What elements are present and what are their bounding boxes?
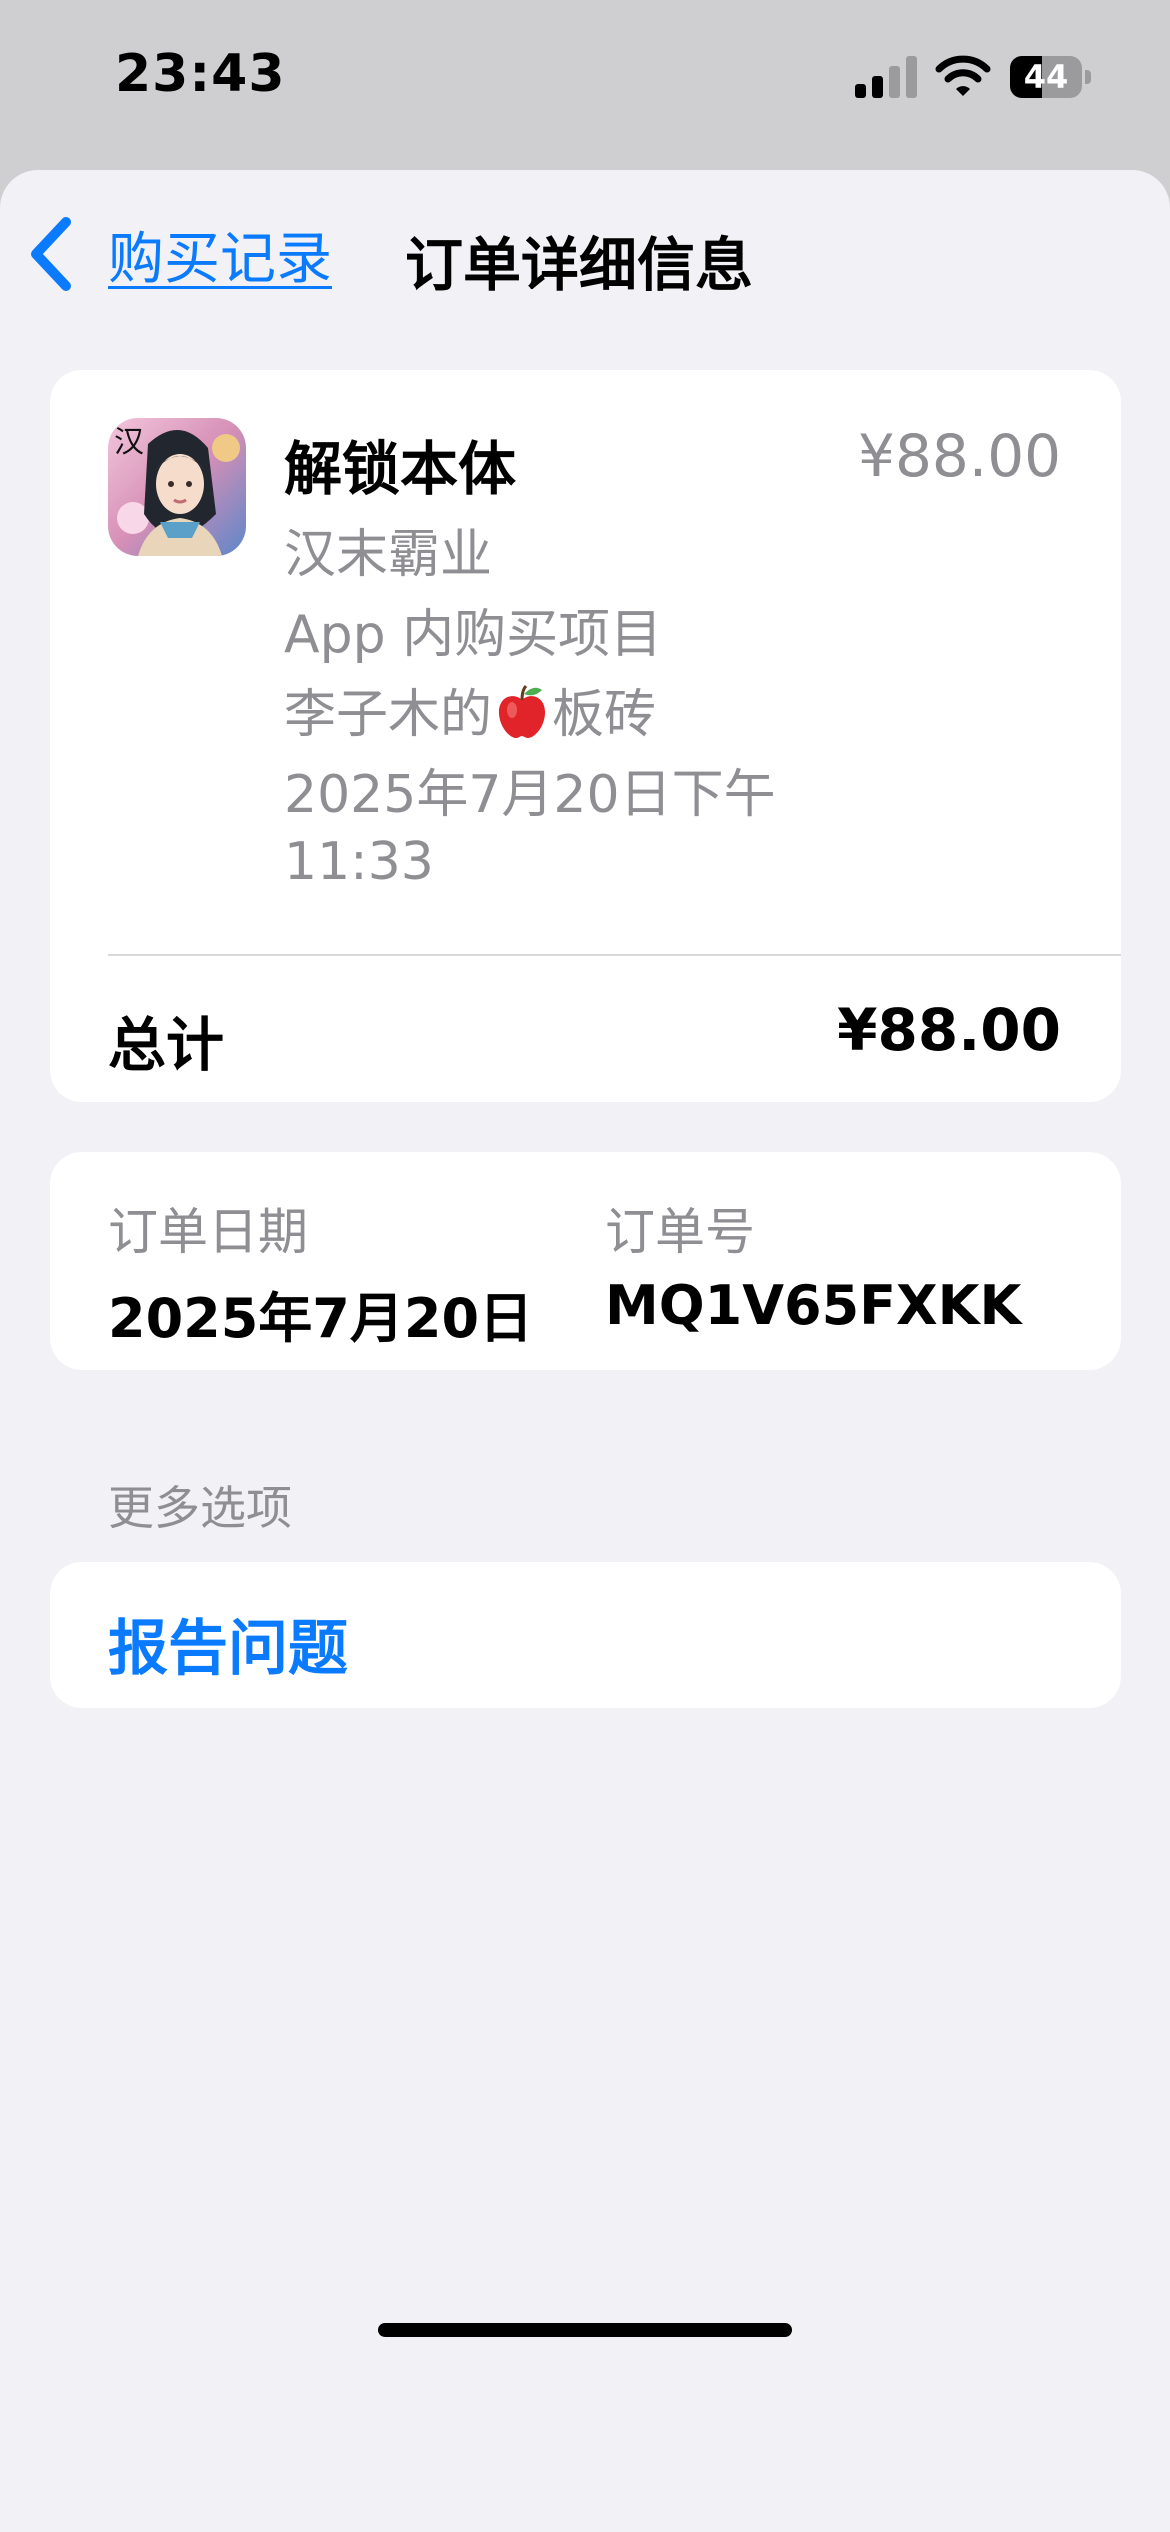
order-info-card: 订单日期 2025年7月20日 订单号 MQ1V65FXKK bbox=[50, 1152, 1121, 1370]
more-options-header: 更多选项 bbox=[108, 1481, 292, 1535]
svg-text:汉: 汉 bbox=[114, 425, 144, 460]
purchase-item-card: 汉 解锁本体 ¥88.00 汉末霸业 App 内购买项目 李子木的 板砖 202… bbox=[50, 370, 1121, 1102]
total-label: 总计 bbox=[108, 1011, 225, 1079]
home-indicator[interactable] bbox=[378, 2323, 792, 2337]
apple-icon bbox=[498, 684, 546, 738]
status-bar: 23:43 44 bbox=[0, 0, 1170, 170]
purchase-datetime-line1: 2025年7月20日下午 bbox=[284, 765, 776, 825]
divider bbox=[108, 954, 1121, 956]
device-name-suffix: 板砖 bbox=[552, 685, 657, 745]
app-name: 汉末霸业 bbox=[284, 525, 493, 585]
item-price: ¥88.00 bbox=[858, 422, 1061, 490]
order-date-value: 2025年7月20日 bbox=[108, 1287, 534, 1350]
purchase-datetime-line2: 11:33 bbox=[284, 832, 434, 892]
order-details-sheet: 购买记录 订单详细信息 汉 解锁本体 ¥88.00 汉末霸业 App 内购买项目… bbox=[0, 170, 1170, 2532]
cellular-signal-icon bbox=[855, 56, 917, 98]
order-number-value[interactable]: MQ1V65FXKK bbox=[605, 1274, 1021, 1337]
report-card: 报告问题 bbox=[50, 1562, 1121, 1708]
total-value: ¥88.00 bbox=[837, 996, 1061, 1064]
battery-level: 44 bbox=[1023, 58, 1069, 96]
order-number-label: 订单号 bbox=[605, 1203, 755, 1261]
device-name: 李子木的 板砖 bbox=[284, 672, 656, 747]
chevron-left-icon bbox=[31, 217, 71, 291]
status-time: 23:43 bbox=[115, 44, 286, 104]
app-icon-art: 汉 bbox=[108, 418, 246, 556]
app-icon[interactable]: 汉 bbox=[108, 418, 246, 556]
purchase-type: App 内购买项目 bbox=[284, 605, 663, 665]
item-title: 解锁本体 bbox=[284, 435, 517, 503]
page-title: 订单详细信息 bbox=[405, 231, 754, 299]
order-date: 订单日期 2025年7月20日 bbox=[108, 1192, 533, 1353]
report-problem-button[interactable]: 报告问题 bbox=[108, 1600, 348, 1687]
order-date-label: 订单日期 bbox=[108, 1203, 308, 1261]
back-button-label: 购买记录 bbox=[108, 226, 332, 292]
wifi-icon bbox=[935, 55, 991, 96]
back-button[interactable]: 购买记录 bbox=[26, 214, 332, 294]
battery-icon: 44 bbox=[1010, 56, 1092, 98]
order-number: 订单号 MQ1V65FXKK bbox=[605, 1192, 1021, 1337]
device-name-prefix: 李子木的 bbox=[284, 685, 493, 745]
